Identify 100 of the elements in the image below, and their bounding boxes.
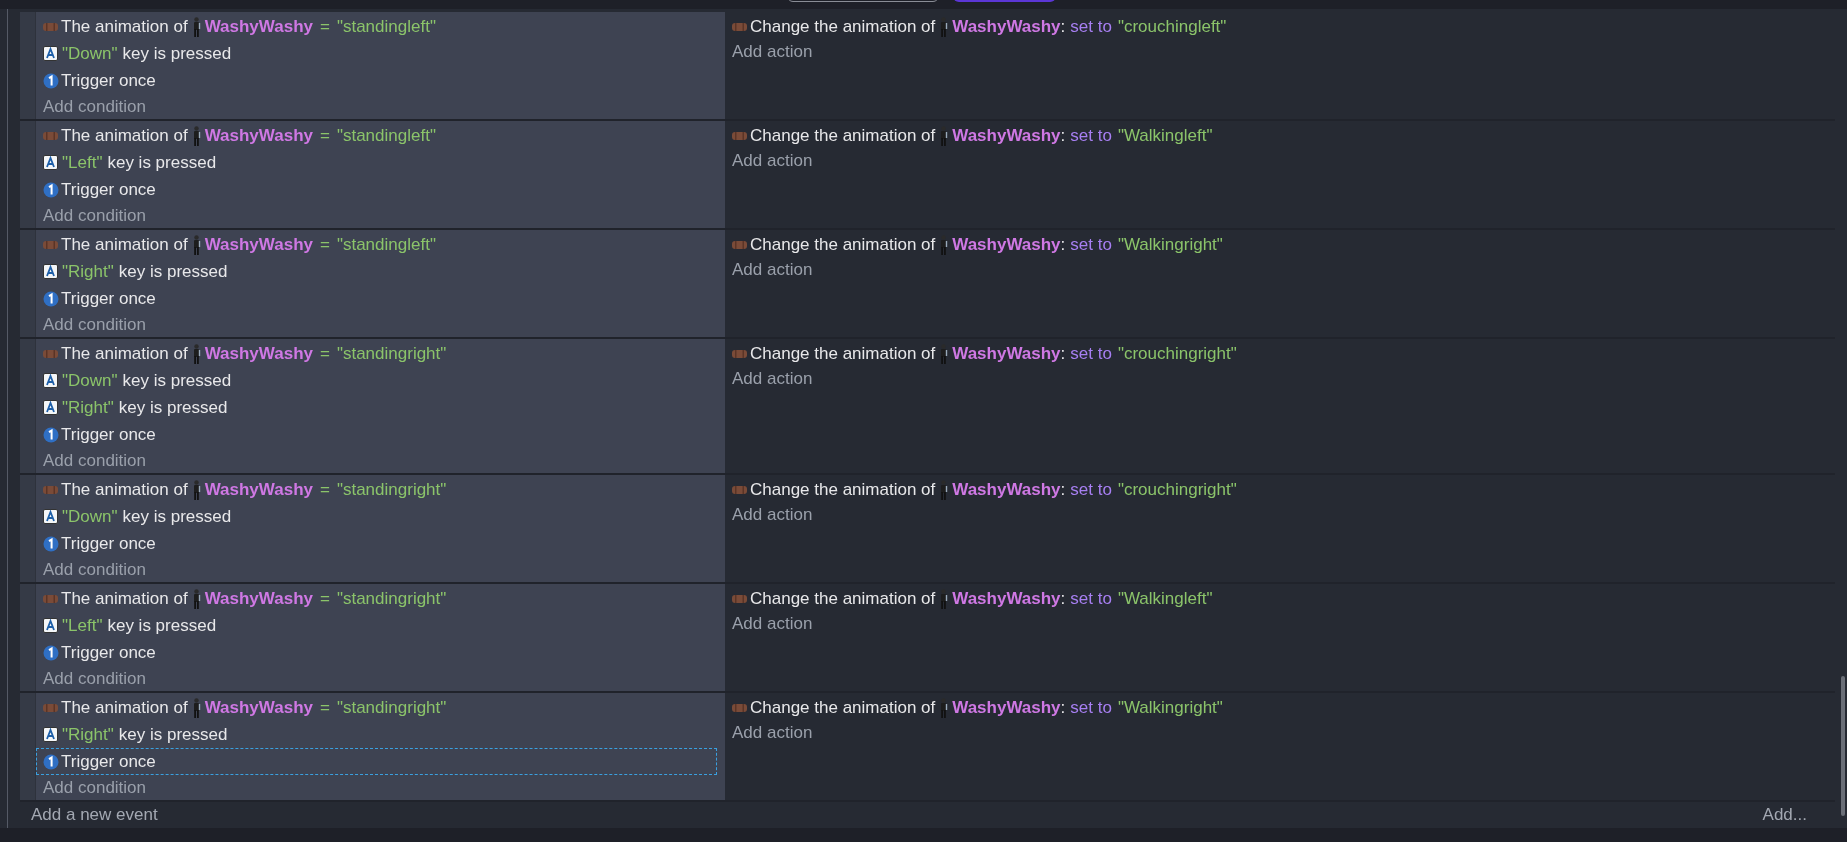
action-row[interactable]: Change the animation of WashyWashy: set to "Walkingright" — [732, 231, 1835, 258]
action-row[interactable]: Change the animation of WashyWashy: set to "crouchingright" — [732, 476, 1835, 503]
condition-row[interactable]: "Left" key is pressed — [36, 612, 717, 639]
action-verb: set to — [1070, 233, 1112, 256]
event-handle[interactable] — [20, 584, 35, 691]
condition-row[interactable]: Trigger once — [36, 639, 717, 666]
event-handle[interactable] — [20, 475, 35, 582]
key-value: "Right" — [62, 396, 114, 419]
add-condition-link[interactable]: Add condition — [43, 665, 147, 692]
condition-row[interactable]: Trigger once — [36, 285, 717, 312]
condition-row[interactable]: Trigger once — [36, 748, 717, 775]
person-icon — [939, 16, 949, 37]
person-icon — [939, 125, 949, 146]
condition-row[interactable]: "Down" key is pressed — [36, 367, 717, 394]
animation-value: "Walkingleft" — [1117, 124, 1213, 147]
action-text: Change the animation of — [750, 233, 936, 256]
object-name: WashyWashy — [952, 124, 1061, 147]
condition-row[interactable]: "Right" key is pressed — [36, 258, 717, 285]
condition-row[interactable]: Trigger once — [36, 67, 717, 94]
object-name: WashyWashy — [952, 15, 1061, 38]
object-name: WashyWashy — [204, 696, 313, 719]
animation-value: "standingright" — [336, 478, 447, 501]
add-action-link[interactable]: Add action — [732, 38, 813, 65]
condition-row[interactable]: "Down" key is pressed — [36, 40, 717, 67]
action-verb: set to — [1070, 342, 1112, 365]
action-row[interactable]: Change the animation of WashyWashy: set to "Walkingleft" — [732, 122, 1835, 149]
add-condition-link[interactable]: Add condition — [43, 93, 147, 120]
film-reel-icon — [732, 702, 747, 713]
condition-row[interactable]: "Right" key is pressed — [36, 394, 717, 421]
condition-text: Trigger once — [61, 178, 156, 201]
add-menu-link[interactable]: Add... — [1762, 802, 1807, 828]
condition-row[interactable]: Trigger once — [36, 176, 717, 203]
separator: : — [1060, 233, 1066, 256]
condition-row[interactable]: The animation of WashyWashy = "standingright" — [36, 340, 717, 367]
add-action-link[interactable]: Add action — [732, 719, 813, 746]
action-text: Change the animation of — [750, 342, 936, 365]
keyboard-key-icon — [43, 400, 58, 415]
animation-value: "standingleft" — [336, 15, 436, 38]
condition-text: key is pressed — [122, 505, 232, 528]
film-reel-icon — [732, 239, 747, 250]
film-reel-icon — [43, 348, 58, 359]
person-icon — [191, 588, 201, 609]
condition-text: key is pressed — [118, 260, 228, 283]
condition-row[interactable]: The animation of WashyWashy = "standingleft" — [36, 13, 717, 40]
film-reel-icon — [732, 21, 747, 32]
film-reel-icon — [43, 593, 58, 604]
event-handle[interactable] — [20, 339, 35, 473]
keyboard-key-icon — [43, 46, 58, 61]
key-value: "Down" — [62, 505, 118, 528]
object-name: WashyWashy — [204, 342, 313, 365]
add-action-link[interactable]: Add action — [732, 365, 813, 392]
condition-text: key is pressed — [122, 369, 232, 392]
add-condition-link[interactable]: Add condition — [43, 202, 147, 229]
condition-text: Trigger once — [61, 641, 156, 664]
operator: = — [319, 696, 330, 719]
person-icon — [939, 697, 949, 718]
object-name: WashyWashy — [204, 15, 313, 38]
action-row[interactable]: Change the animation of WashyWashy: set to "Walkingright" — [732, 694, 1835, 721]
event-handle[interactable] — [20, 12, 35, 119]
animation-value: "standingright" — [336, 342, 447, 365]
event-handle[interactable] — [20, 121, 35, 228]
action-row[interactable]: Change the animation of WashyWashy: set to "crouchingleft" — [732, 13, 1835, 40]
add-action-link[interactable]: Add action — [732, 256, 813, 283]
animation-value: "crouchingright" — [1117, 478, 1237, 501]
separator: : — [1060, 478, 1066, 501]
event-handle[interactable] — [20, 230, 35, 337]
event-handle[interactable] — [20, 693, 35, 800]
condition-row[interactable]: Trigger once — [36, 421, 717, 448]
action-row[interactable]: Change the animation of WashyWashy: set to "crouchingright" — [732, 340, 1835, 367]
add-action-link[interactable]: Add action — [732, 610, 813, 637]
condition-row[interactable]: "Left" key is pressed — [36, 149, 717, 176]
add-event-link[interactable]: Add a new event — [31, 802, 158, 828]
operator: = — [319, 587, 330, 610]
add-action-link[interactable]: Add action — [732, 147, 813, 174]
person-icon — [939, 479, 949, 500]
person-icon — [191, 697, 201, 718]
condition-row[interactable]: The animation of WashyWashy = "standingleft" — [36, 122, 717, 149]
add-condition-link[interactable]: Add condition — [43, 556, 147, 583]
add-condition-link[interactable]: Add condition — [43, 774, 147, 801]
film-reel-icon — [732, 130, 747, 141]
condition-row[interactable]: The animation of WashyWashy = "standingright" — [36, 694, 717, 721]
condition-text: Trigger once — [61, 69, 156, 92]
condition-row[interactable]: Trigger once — [36, 530, 717, 557]
separator: : — [1060, 587, 1066, 610]
condition-row[interactable]: "Down" key is pressed — [36, 503, 717, 530]
action-text: Change the animation of — [750, 124, 936, 147]
add-action-link[interactable]: Add action — [732, 501, 813, 528]
film-reel-icon — [43, 130, 58, 141]
number-one-icon — [43, 644, 59, 661]
add-condition-link[interactable]: Add condition — [43, 311, 147, 338]
condition-row[interactable]: The animation of WashyWashy = "standingleft" — [36, 231, 717, 258]
number-one-icon — [43, 753, 59, 770]
scrollbar-thumb[interactable] — [1841, 676, 1845, 816]
condition-row[interactable]: The animation of WashyWashy = "standingright" — [36, 585, 717, 612]
film-reel-icon — [43, 702, 58, 713]
condition-text: key is pressed — [118, 396, 228, 419]
condition-row[interactable]: "Right" key is pressed — [36, 721, 717, 748]
action-row[interactable]: Change the animation of WashyWashy: set to "Walkingleft" — [732, 585, 1835, 612]
condition-row[interactable]: The animation of WashyWashy = "standingright" — [36, 476, 717, 503]
add-condition-link[interactable]: Add condition — [43, 447, 147, 474]
